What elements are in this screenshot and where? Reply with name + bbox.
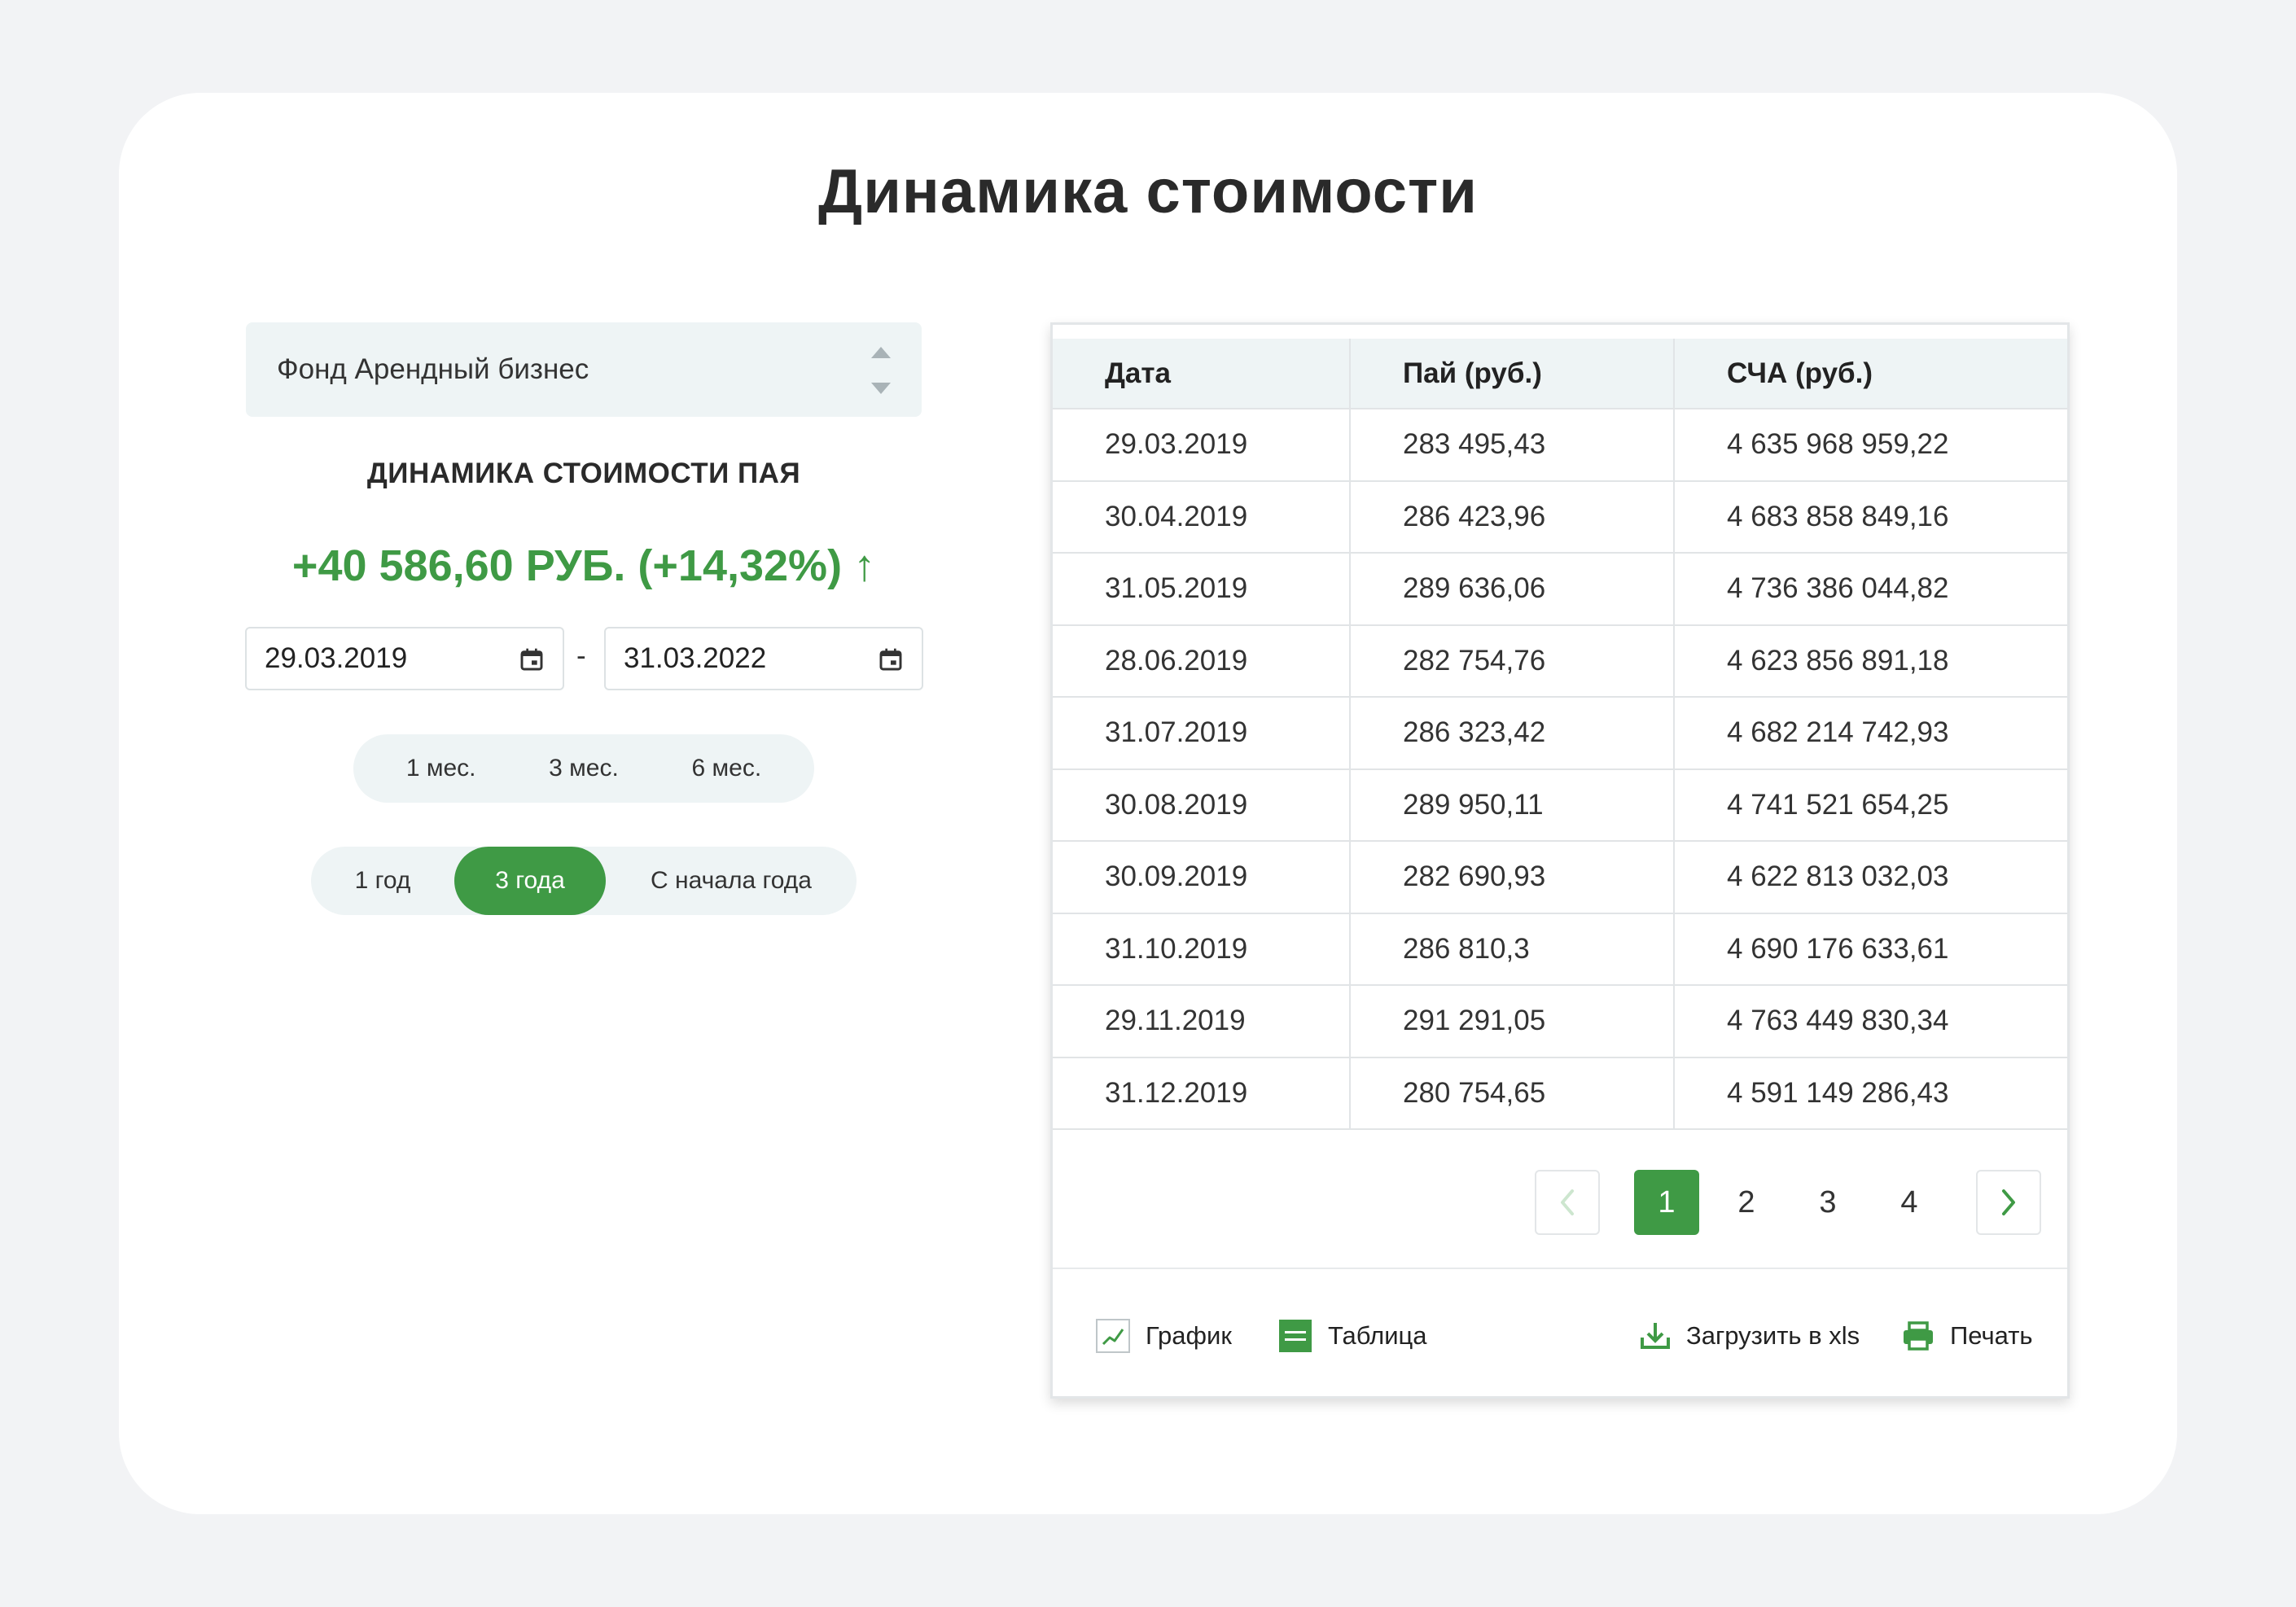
- table-row: 30.04.2019 286 423,96 4 683 858 849,16: [1053, 480, 2067, 554]
- view-chart-label: График: [1146, 1321, 1232, 1350]
- header-net-assets: СЧА (руб.): [1673, 339, 2067, 409]
- cell-date: 29.03.2019: [1053, 409, 1350, 482]
- period-3-months-button[interactable]: 3 мес.: [549, 734, 619, 803]
- fund-select[interactable]: Фонд Арендный бизнес: [246, 322, 922, 417]
- period-3-years-button[interactable]: 3 года: [454, 847, 606, 915]
- table-row: 29.11.2019 291 291,05 4 763 449 830,34: [1053, 985, 2067, 1058]
- cell-unit-price: 286 810,3: [1349, 913, 1674, 986]
- cell-net-assets: 4 622 813 032,03: [1673, 841, 2067, 914]
- cell-unit-price: 289 950,11: [1349, 768, 1674, 842]
- table-row: 30.08.2019 289 950,11 4 741 521 654,25: [1053, 768, 2067, 842]
- cell-net-assets: 4 623 856 891,18: [1673, 624, 2067, 698]
- cell-net-assets: 4 690 176 633,61: [1673, 913, 2067, 986]
- table-icon: [1279, 1320, 1312, 1352]
- cell-net-assets: 4 635 968 959,22: [1673, 409, 2067, 482]
- cell-date: 31.12.2019: [1053, 1057, 1350, 1130]
- table-row: 31.05.2019 289 636,06 4 736 386 044,82: [1053, 553, 2067, 626]
- pagination-prev-button[interactable]: [1535, 1170, 1600, 1235]
- print-button[interactable]: Печать: [1901, 1311, 2033, 1360]
- date-from-input[interactable]: 29.03.2019: [245, 627, 564, 690]
- cell-date: 30.08.2019: [1053, 768, 1350, 842]
- cell-unit-price: 280 754,65: [1349, 1057, 1674, 1130]
- value-change: +40 586,60 РУБ. (+14,32%) ↑: [246, 541, 922, 591]
- value-change-text: +40 586,60 РУБ. (+14,32%): [291, 541, 843, 590]
- section-subtitle: ДИНАМИКА СТОИМОСТИ ПАЯ: [366, 458, 801, 489]
- view-table-button[interactable]: Таблица: [1277, 1311, 1427, 1360]
- download-xls-button[interactable]: Загрузить в xls: [1639, 1311, 1860, 1360]
- period-6-months-button[interactable]: 6 мес.: [691, 734, 761, 803]
- pagination-next-button[interactable]: [1976, 1170, 2041, 1235]
- table-row: 30.09.2019 282 690,93 4 622 813 032,03: [1053, 841, 2067, 914]
- calendar-icon[interactable]: [519, 646, 545, 672]
- header-unit-price: Пай (руб.): [1349, 339, 1674, 409]
- table-row: 31.10.2019 286 810,3 4 690 176 633,61: [1053, 913, 2067, 986]
- date-to-input[interactable]: 31.03.2022: [604, 627, 923, 690]
- chart-icon: [1096, 1319, 1130, 1353]
- pagination-page-3[interactable]: 3: [1795, 1170, 1860, 1235]
- cell-unit-price: 283 495,43: [1349, 409, 1674, 482]
- period-years-group: 1 год 3 года С начала года: [311, 847, 857, 915]
- download-icon: [1641, 1323, 1670, 1349]
- table-row: 31.12.2019 280 754,65 4 591 149 286,43: [1053, 1057, 2067, 1130]
- cell-date: 31.05.2019: [1053, 553, 1350, 626]
- date-range-separator: -: [576, 640, 586, 672]
- pagination: 1 2 3 4: [1053, 1170, 2067, 1235]
- date-to-value: 31.03.2022: [624, 642, 767, 674]
- cell-net-assets: 4 682 214 742,93: [1673, 697, 2067, 770]
- period-months-group: 1 мес. 3 мес. 6 мес.: [353, 734, 814, 803]
- view-chart-button[interactable]: График: [1095, 1311, 1232, 1360]
- cell-unit-price: 286 323,42: [1349, 697, 1674, 770]
- footer-divider: [1053, 1268, 2067, 1269]
- cell-net-assets: 4 741 521 654,25: [1673, 768, 2067, 842]
- pagination-page-1[interactable]: 1: [1634, 1170, 1699, 1235]
- cell-net-assets: 4 763 449 830,34: [1673, 985, 2067, 1058]
- chevron-right-icon: [2002, 1189, 2015, 1215]
- cell-date: 31.07.2019: [1053, 697, 1350, 770]
- cell-unit-price: 282 754,76: [1349, 624, 1674, 698]
- print-label: Печать: [1950, 1321, 2033, 1350]
- select-arrows-icon: [871, 347, 891, 394]
- cell-unit-price: 282 690,93: [1349, 841, 1674, 914]
- cell-date: 30.04.2019: [1053, 480, 1350, 554]
- printer-icon: [1904, 1321, 1933, 1351]
- cell-date: 31.10.2019: [1053, 913, 1350, 986]
- pagination-page-2[interactable]: 2: [1714, 1170, 1779, 1235]
- chevron-left-icon: [1561, 1189, 1574, 1215]
- arrow-up-icon: ↑: [853, 541, 876, 590]
- download-xls-label: Загрузить в xls: [1686, 1321, 1860, 1350]
- cell-date: 29.11.2019: [1053, 985, 1350, 1058]
- table-footer: График Таблица Загрузить в xls Печать: [1053, 1311, 2067, 1360]
- table-header-row: Дата Пай (руб.) СЧА (руб.): [1053, 339, 2067, 409]
- header-date: Дата: [1053, 339, 1350, 409]
- fund-select-value: Фонд Арендный бизнес: [277, 353, 589, 385]
- cell-net-assets: 4 591 149 286,43: [1673, 1057, 2067, 1130]
- date-from-value: 29.03.2019: [265, 642, 408, 674]
- calendar-icon[interactable]: [878, 646, 904, 672]
- cell-date: 30.09.2019: [1053, 841, 1350, 914]
- table-row: 28.06.2019 282 754,76 4 623 856 891,18: [1053, 624, 2067, 698]
- cell-unit-price: 291 291,05: [1349, 985, 1674, 1058]
- cell-net-assets: 4 683 858 849,16: [1673, 480, 2067, 554]
- period-1-year-button[interactable]: 1 год: [311, 847, 454, 915]
- view-table-label: Таблица: [1328, 1321, 1427, 1350]
- table-row: 29.03.2019 283 495,43 4 635 968 959,22: [1053, 409, 2067, 482]
- table-row: 31.07.2019 286 323,42 4 682 214 742,93: [1053, 697, 2067, 770]
- cell-net-assets: 4 736 386 044,82: [1673, 553, 2067, 626]
- cell-unit-price: 289 636,06: [1349, 553, 1674, 626]
- cell-date: 28.06.2019: [1053, 624, 1350, 698]
- period-1-month-button[interactable]: 1 мес.: [406, 734, 476, 803]
- values-table: Дата Пай (руб.) СЧА (руб.) 29.03.2019 283…: [1053, 339, 2067, 1130]
- pagination-page-4[interactable]: 4: [1877, 1170, 1942, 1235]
- period-ytd-button[interactable]: С начала года: [606, 847, 857, 915]
- table-panel: Дата Пай (руб.) СЧА (руб.) 29.03.2019 283…: [1050, 322, 2070, 1399]
- cell-unit-price: 286 423,96: [1349, 480, 1674, 554]
- page-title: Динамика стоимости: [818, 157, 1478, 226]
